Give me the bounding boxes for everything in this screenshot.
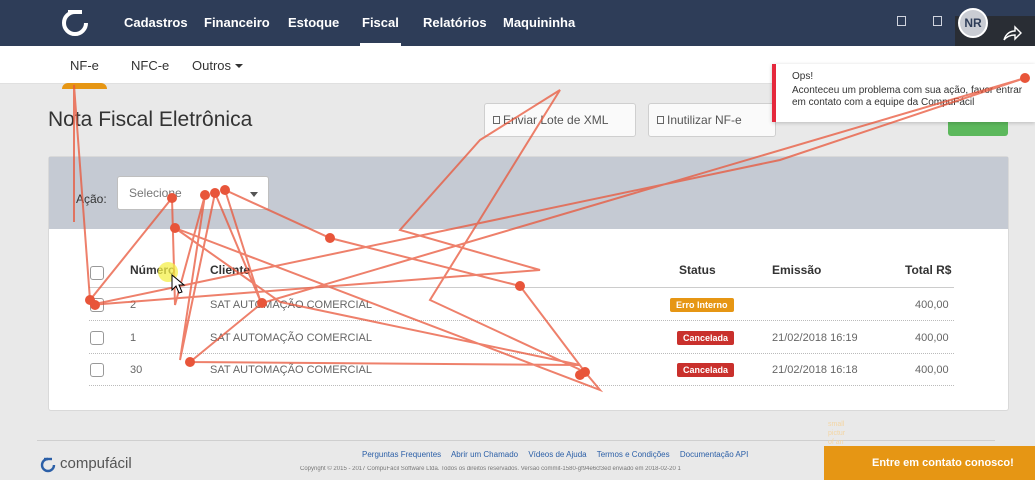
row-checkbox[interactable] xyxy=(90,298,104,312)
status-badge: Cancelada xyxy=(677,363,735,377)
compufacil-logo-icon[interactable] xyxy=(60,8,90,38)
footer-divider xyxy=(37,440,995,441)
link-terms[interactable]: Termos e Condições xyxy=(597,450,670,459)
row-cliente: SAT AUTOMAÇÃO COMERCIAL xyxy=(210,332,372,344)
nav-relatorios[interactable]: Relatórios xyxy=(423,0,487,46)
select-all-checkbox[interactable] xyxy=(90,266,104,280)
row-numero: 2 xyxy=(130,299,137,311)
notifications-icon[interactable] xyxy=(897,16,906,26)
tab-nfce[interactable]: NFC-e xyxy=(131,58,169,73)
send-xml-batch-label: Enviar Lote de XML xyxy=(503,113,609,127)
row-divider xyxy=(89,320,954,321)
tab-outros-label: Outros xyxy=(192,58,232,73)
page-title: Nota Fiscal Eletrônica xyxy=(48,108,253,131)
tab-outros[interactable]: Outros xyxy=(192,58,244,73)
nav-estoque[interactable]: Estoque xyxy=(288,0,339,46)
row-checkbox[interactable] xyxy=(90,363,104,377)
share-icon[interactable] xyxy=(1002,24,1022,42)
row-divider xyxy=(89,353,954,354)
header-divider xyxy=(89,287,954,288)
link-faq[interactable]: Perguntas Frequentes xyxy=(362,450,441,459)
action-label: Ação: xyxy=(76,192,107,206)
error-toast: Ops! Aconteceu um problema com sua ação,… xyxy=(772,64,1035,122)
row-total: 400,00 xyxy=(915,364,949,376)
toast-title: Ops! xyxy=(792,71,814,82)
send-xml-batch-button[interactable]: Enviar Lote de XML xyxy=(484,103,636,137)
col-emissao[interactable]: Emissão xyxy=(772,263,821,277)
top-navbar: Cadastros Financeiro Estoque Fiscal Rela… xyxy=(0,0,1035,52)
inutilize-nfe-button[interactable]: Inutilizar NF-e xyxy=(648,103,776,137)
status-badge: Cancelada xyxy=(677,331,735,345)
link-open-ticket[interactable]: Abrir um Chamado xyxy=(451,450,518,459)
link-help-videos[interactable]: Vídeos de Ajuda xyxy=(528,450,586,459)
chevron-down-icon xyxy=(250,192,258,197)
row-total: 400,00 xyxy=(915,332,949,344)
contact-us-button[interactable]: Entre em contato conosco! xyxy=(824,446,1035,480)
col-status[interactable]: Status xyxy=(679,263,716,277)
copyright-text: Copyright © 2015 - 2017 CompuFácil Softw… xyxy=(300,466,681,472)
filter-bar: Ação: Selecione xyxy=(49,157,1008,229)
chevron-down-icon xyxy=(235,64,244,68)
row-cliente: SAT AUTOMAÇÃO COMERCIAL xyxy=(210,299,372,311)
nfe-list-panel: Ação: Selecione Número Cliente Status Em… xyxy=(48,156,1009,411)
col-cliente[interactable]: Cliente xyxy=(210,263,250,277)
ban-icon xyxy=(657,116,664,124)
row-emissao: 21/02/2018 16:19 xyxy=(772,332,858,344)
row-cliente: SAT AUTOMAÇÃO COMERCIAL xyxy=(210,364,372,376)
nav-maquininha[interactable]: Maquininha xyxy=(503,0,575,46)
link-api-docs[interactable]: Documentação API xyxy=(680,450,748,459)
row-numero: 1 xyxy=(130,332,137,344)
action-select-value: Selecione xyxy=(129,186,182,200)
toast-message: Aconteceu um problema com sua ação, favo… xyxy=(792,85,1023,108)
upload-icon xyxy=(493,116,500,124)
nav-cadastros[interactable]: Cadastros xyxy=(124,0,188,46)
footer-links: Perguntas Frequentes Abrir um Chamado Ví… xyxy=(362,450,756,459)
status-badge: Erro Interno xyxy=(670,298,734,312)
new-nfe-button[interactable] xyxy=(948,120,1008,136)
inutilize-nfe-label: Inutilizar NF-e xyxy=(667,113,742,127)
compufacil-logo-icon xyxy=(40,457,56,473)
row-numero: 30 xyxy=(130,364,143,376)
row-total: 400,00 xyxy=(915,299,949,311)
footer-brand: compufácil xyxy=(60,455,132,472)
row-divider xyxy=(89,385,954,386)
col-numero[interactable]: Número xyxy=(130,263,175,277)
row-emissao: 21/02/2018 16:18 xyxy=(772,364,858,376)
col-total[interactable]: Total R$ xyxy=(905,263,951,277)
action-select[interactable]: Selecione xyxy=(117,176,269,210)
tab-nfe[interactable]: NF-e xyxy=(62,58,107,89)
row-checkbox[interactable] xyxy=(90,331,104,345)
nav-financeiro[interactable]: Financeiro xyxy=(204,0,270,46)
avatar[interactable]: NR xyxy=(958,8,988,38)
help-icon[interactable] xyxy=(933,16,942,26)
broken-image-alt: small pictur of an xyxy=(828,421,846,446)
nav-fiscal[interactable]: Fiscal xyxy=(360,0,401,46)
